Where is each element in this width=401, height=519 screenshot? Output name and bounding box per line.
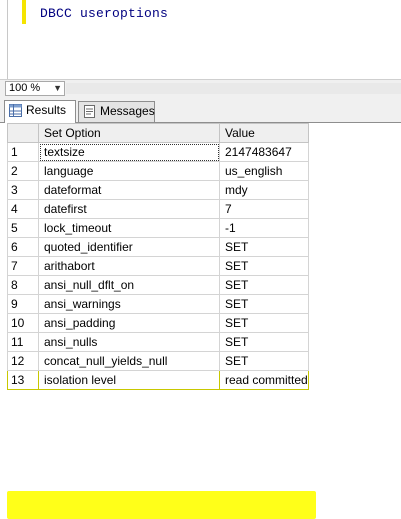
row-number-cell[interactable]: 1 xyxy=(7,142,39,162)
row-number-cell[interactable]: 9 xyxy=(7,294,39,314)
zoom-bar: 100 % ▼ xyxy=(0,79,401,98)
row-number-cell[interactable]: 4 xyxy=(7,199,39,219)
set-option-cell[interactable]: dateformat xyxy=(38,180,220,200)
row-number-cell[interactable]: 5 xyxy=(7,218,39,238)
query-editor[interactable]: DBCC useroptions xyxy=(0,0,401,79)
set-option-cell[interactable]: ansi_nulls xyxy=(38,332,220,352)
tab-messages-label: Messages xyxy=(100,104,155,118)
table-row[interactable]: 11 ansi_nulls SET xyxy=(7,332,309,352)
row-number-cell[interactable]: 8 xyxy=(7,275,39,295)
row-number-cell[interactable]: 13 xyxy=(7,370,39,390)
set-option-cell[interactable]: arithabort xyxy=(38,256,220,276)
value-cell[interactable]: read committed xyxy=(219,370,309,390)
column-header-set-option[interactable]: Set Option xyxy=(38,123,220,143)
value-cell[interactable]: SET xyxy=(219,313,309,333)
set-option-cell[interactable]: quoted_identifier xyxy=(38,237,220,257)
set-option-cell[interactable]: isolation level xyxy=(38,370,220,390)
value-cell[interactable]: SET xyxy=(219,294,309,314)
set-option-cell[interactable]: language xyxy=(38,161,220,181)
set-option-cell[interactable]: textsize xyxy=(38,142,220,162)
set-option-cell[interactable]: concat_null_yields_null xyxy=(38,351,220,371)
horizontal-scrollbar[interactable] xyxy=(66,83,401,94)
table-row[interactable]: 4 datefirst 7 xyxy=(7,199,309,219)
tab-messages[interactable]: Messages xyxy=(78,101,155,122)
table-row[interactable]: 8 ansi_null_dflt_on SET xyxy=(7,275,309,295)
grid-icon xyxy=(9,104,22,117)
row-number-cell[interactable]: 3 xyxy=(7,180,39,200)
value-cell[interactable]: SET xyxy=(219,351,309,371)
editor-gutter-line xyxy=(7,0,8,79)
table-row[interactable]: 13 isolation level read committed xyxy=(7,370,309,390)
row-number-cell[interactable]: 6 xyxy=(7,237,39,257)
row-number-cell[interactable]: 11 xyxy=(7,332,39,352)
value-cell[interactable]: SET xyxy=(219,275,309,295)
set-option-cell[interactable]: ansi_null_dflt_on xyxy=(38,275,220,295)
table-row[interactable]: 6 quoted_identifier SET xyxy=(7,237,309,257)
chevron-down-icon: ▼ xyxy=(53,83,62,93)
set-option-cell[interactable]: datefirst xyxy=(38,199,220,219)
value-cell[interactable]: -1 xyxy=(219,218,309,238)
results-grid: Set Option Value 1 textsize 2147483647 2 lan… xyxy=(7,123,309,390)
change-tracking-bar xyxy=(22,0,26,24)
row-number-cell[interactable]: 7 xyxy=(7,256,39,276)
tab-results-label: Results xyxy=(26,103,67,117)
column-header-value[interactable]: Value xyxy=(219,123,309,143)
value-cell[interactable]: SET xyxy=(219,256,309,276)
table-row[interactable]: 3 dateformat mdy xyxy=(7,180,309,200)
value-cell[interactable]: 7 xyxy=(219,199,309,219)
table-row[interactable]: 9 ansi_warnings SET xyxy=(7,294,309,314)
value-cell[interactable]: mdy xyxy=(219,180,309,200)
results-grid-area: Set Option Value 1 textsize 2147483647 2 lan… xyxy=(0,123,401,519)
grid-corner-cell[interactable] xyxy=(7,123,39,143)
table-row[interactable]: 5 lock_timeout -1 xyxy=(7,218,309,238)
table-row[interactable]: 10 ansi_padding SET xyxy=(7,313,309,333)
table-row[interactable]: 7 arithabort SET xyxy=(7,256,309,276)
zoom-value: 100 % xyxy=(9,82,41,94)
row-number-cell[interactable]: 2 xyxy=(7,161,39,181)
set-option-cell[interactable]: ansi_warnings xyxy=(38,294,220,314)
table-row[interactable]: 2 language us_english xyxy=(7,161,309,181)
value-cell[interactable]: SET xyxy=(219,332,309,352)
highlight-marker xyxy=(7,491,316,519)
value-cell[interactable]: us_english xyxy=(219,161,309,181)
value-cell[interactable]: 2147483647 xyxy=(219,142,309,162)
tab-results[interactable]: Results xyxy=(4,100,76,123)
set-option-cell[interactable]: ansi_padding xyxy=(38,313,220,333)
table-row[interactable]: 1 textsize 2147483647 xyxy=(7,142,309,162)
table-row[interactable]: 12 concat_null_yields_null SET xyxy=(7,351,309,371)
grid-header-row: Set Option Value xyxy=(7,123,309,143)
messages-icon xyxy=(84,105,95,118)
results-tabstrip: Results Messages xyxy=(0,98,401,123)
query-text[interactable]: DBCC useroptions xyxy=(40,6,168,21)
set-option-cell[interactable]: lock_timeout xyxy=(38,218,220,238)
row-number-cell[interactable]: 12 xyxy=(7,351,39,371)
row-number-cell[interactable]: 10 xyxy=(7,313,39,333)
value-cell[interactable]: SET xyxy=(219,237,309,257)
zoom-dropdown[interactable]: 100 % ▼ xyxy=(5,81,65,96)
